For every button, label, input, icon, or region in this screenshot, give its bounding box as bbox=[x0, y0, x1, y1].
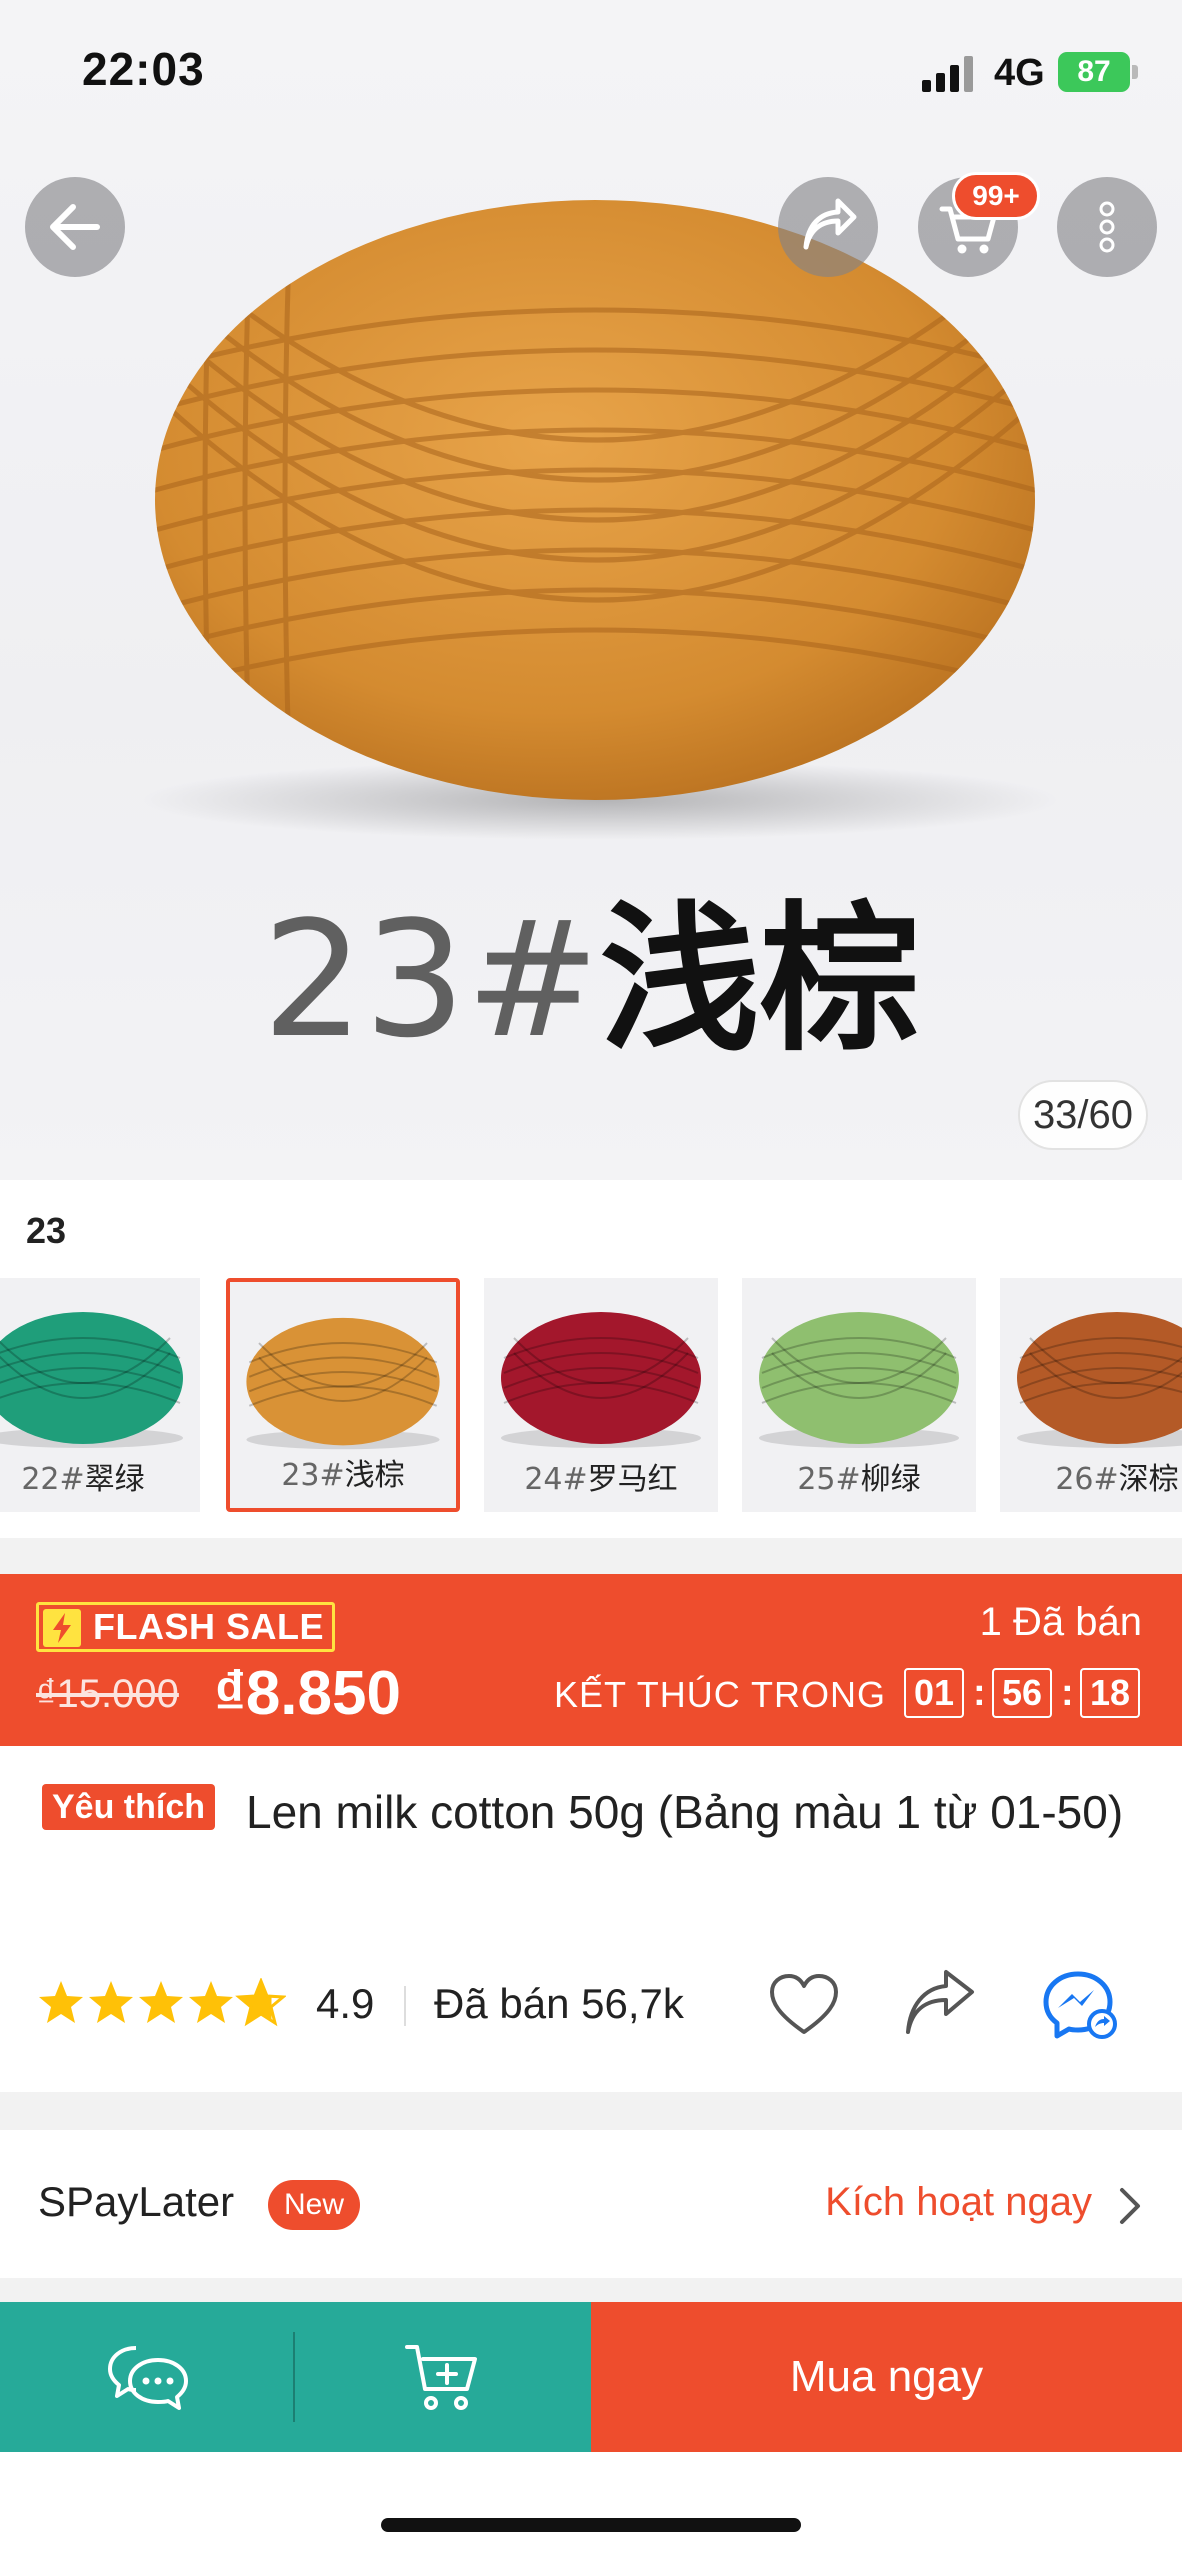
thumbnail-color-name: 浅棕 bbox=[344, 1458, 405, 1493]
flash-sale-label: FLASH SALE bbox=[93, 1606, 325, 1647]
product-info: Yêu thích Len milk cotton 50g (Bảng màu … bbox=[0, 1746, 1182, 2092]
spaylater-row[interactable]: SPayLater New Kích hoạt ngay bbox=[0, 2130, 1182, 2278]
sale-price: ₫8.850 bbox=[214, 1659, 401, 1728]
add-to-cart-icon bbox=[405, 2345, 477, 2410]
yarn-thumbnail-image bbox=[1017, 1312, 1182, 1448]
activate-now-link[interactable]: Kích hoạt ngay bbox=[825, 2180, 1092, 2225]
battery-icon: 87 bbox=[1058, 52, 1138, 92]
caption-number: 23# bbox=[262, 886, 600, 1073]
thumbnail-caption: 25#柳绿 bbox=[742, 1454, 976, 1498]
section-divider bbox=[0, 1538, 1182, 1574]
star-icon bbox=[235, 1978, 286, 2027]
star-icon bbox=[189, 1981, 233, 2023]
back-button[interactable] bbox=[25, 177, 125, 277]
thumbnail-color-name: 罗马红 bbox=[587, 1462, 678, 1497]
battery-level: 87 bbox=[1058, 52, 1130, 92]
thumbnail-number: 22# bbox=[21, 1462, 85, 1497]
section-divider bbox=[0, 2278, 1182, 2302]
chat-icon bbox=[107, 2346, 188, 2410]
variation-thumbnail[interactable]: 23#浅棕 bbox=[226, 1278, 460, 1512]
status-bar: 22:03 4G 87 bbox=[0, 0, 1182, 140]
star-icon bbox=[139, 1981, 183, 2023]
spaylater-label: SPayLater bbox=[38, 2178, 235, 2225]
cart-count-badge: 99+ bbox=[952, 172, 1040, 220]
countdown-separator: : bbox=[973, 1672, 986, 1714]
image-caption: 23#浅棕 bbox=[0, 890, 1182, 1070]
share-button-top[interactable] bbox=[778, 177, 878, 277]
home-indicator bbox=[381, 2518, 801, 2532]
variation-thumbnails[interactable]: 22#翠绿 23#浅棕 24#罗马红 25#柳绿 26#深棕 bbox=[0, 1278, 1182, 1512]
buy-now-button[interactable]: Mua ngay bbox=[591, 2302, 1182, 2452]
thumbnail-number: 24# bbox=[524, 1462, 588, 1497]
chat-button[interactable] bbox=[0, 2302, 295, 2452]
yarn-thumbnail-image bbox=[759, 1312, 959, 1448]
chevron-right-icon bbox=[1120, 2188, 1140, 2224]
heart-icon[interactable] bbox=[764, 1966, 844, 2046]
selected-variation-label: 23 bbox=[26, 1210, 67, 1251]
countdown-separator: : bbox=[1061, 1672, 1074, 1714]
star-icon bbox=[89, 1981, 133, 2023]
arrow-left-icon bbox=[50, 204, 100, 250]
countdown-minutes: 56 bbox=[992, 1668, 1052, 1718]
more-vertical-icon bbox=[1099, 201, 1115, 253]
thumbnail-color-name: 翠绿 bbox=[84, 1462, 145, 1497]
share-icon[interactable] bbox=[900, 1966, 980, 2046]
lightning-icon bbox=[43, 1609, 81, 1647]
bottom-action-bar: Mua ngay bbox=[0, 2302, 1182, 2452]
section-divider bbox=[0, 2092, 1182, 2130]
status-time: 22:03 bbox=[82, 43, 205, 95]
thumbnail-number: 26# bbox=[1055, 1462, 1119, 1497]
thumbnail-number: 25# bbox=[797, 1462, 861, 1497]
thumbnail-caption: 24#罗马红 bbox=[484, 1454, 718, 1498]
countdown-label: KẾT THÚC TRONG bbox=[554, 1674, 887, 1715]
divider bbox=[404, 1986, 406, 2026]
countdown-hours: 01 bbox=[904, 1668, 964, 1718]
more-options-button[interactable] bbox=[1057, 177, 1157, 277]
rating-value: 4.9 bbox=[316, 1980, 375, 2027]
thumbnail-caption: 23#浅棕 bbox=[230, 1450, 456, 1494]
yarn-thumbnail-image bbox=[501, 1312, 701, 1448]
yarn-thumbnail-image bbox=[246, 1317, 440, 1450]
product-title: Len milk cotton 50g (Bảng màu 1 từ 01-50… bbox=[246, 1786, 1124, 1838]
variation-thumbnail[interactable]: 26#深棕 bbox=[1000, 1278, 1182, 1512]
messenger-icon[interactable] bbox=[1040, 1966, 1120, 2046]
thumbnail-caption: 22#翠绿 bbox=[0, 1454, 200, 1498]
thumbnail-number: 23# bbox=[281, 1458, 345, 1493]
thumbnail-color-name: 深棕 bbox=[1118, 1462, 1179, 1497]
add-to-cart-button[interactable] bbox=[295, 2302, 591, 2452]
yarn-thumbnail-image bbox=[0, 1312, 183, 1448]
rating-row: 4.9 Đã bán 56,7k bbox=[0, 1966, 1182, 2046]
rating-stars bbox=[39, 1978, 286, 2027]
variation-thumbnail[interactable]: 25#柳绿 bbox=[742, 1278, 976, 1512]
original-price: ₫15.000 bbox=[36, 1672, 179, 1716]
thumbnail-color-name: 柳绿 bbox=[860, 1462, 921, 1497]
variation-thumbnail[interactable]: 24#罗马红 bbox=[484, 1278, 718, 1512]
flash-sold-count: 1 Đã bán bbox=[979, 1600, 1142, 1644]
flash-sale-tag: FLASH SALE bbox=[36, 1602, 336, 1652]
thumbnail-caption: 26#深棕 bbox=[1000, 1454, 1182, 1498]
sold-count: Đã bán 56,7k bbox=[434, 1980, 684, 2027]
new-badge: New bbox=[268, 2180, 361, 2230]
variation-thumbnail[interactable]: 22#翠绿 bbox=[0, 1278, 200, 1512]
network-label: 4G bbox=[994, 52, 1045, 94]
image-counter: 33/60 bbox=[1018, 1080, 1148, 1150]
star-icon bbox=[39, 1981, 83, 2023]
flash-sale-banner[interactable]: FLASH SALE 1 Đã bán ₫15.000 ₫8.850 KẾT T… bbox=[0, 1574, 1182, 1746]
signal-icon bbox=[922, 56, 973, 92]
caption-color-name: 浅棕 bbox=[599, 886, 920, 1073]
share-icon bbox=[803, 198, 857, 250]
product-image-gallery[interactable]: 23#浅棕 33/60 22:03 4G 87 99+ bbox=[0, 0, 1182, 1180]
countdown-seconds: 18 bbox=[1080, 1668, 1140, 1718]
